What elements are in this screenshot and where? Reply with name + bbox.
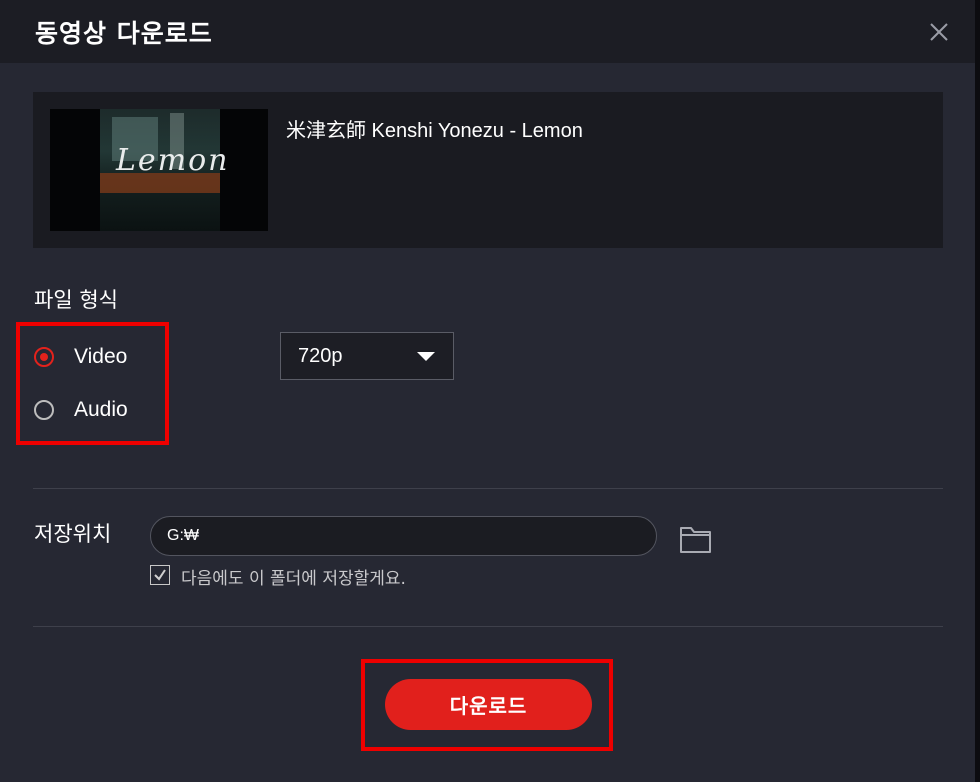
quality-select[interactable]: 720p bbox=[280, 332, 454, 380]
check-icon bbox=[154, 569, 166, 581]
folder-icon[interactable] bbox=[679, 524, 713, 554]
divider bbox=[33, 488, 943, 489]
remember-folder-label: 다음에도 이 폴더에 저장할게요. bbox=[181, 569, 406, 589]
video-thumbnail: Lemon bbox=[50, 109, 268, 231]
save-location-label: 저장위치 bbox=[34, 522, 112, 546]
title-bar: 동영상 다운로드 bbox=[0, 0, 975, 63]
format-label: 파일 형식 bbox=[34, 288, 118, 312]
highlight-box-format bbox=[16, 322, 169, 445]
video-info-panel: Lemon 米津玄師 Kenshi Yonezu - Lemon bbox=[33, 92, 943, 248]
divider bbox=[33, 626, 943, 627]
highlight-box-download bbox=[361, 659, 613, 751]
chevron-down-icon bbox=[417, 352, 435, 361]
thumbnail-text: Lemon bbox=[116, 143, 230, 178]
video-title: 米津玄師 Kenshi Yonezu - Lemon bbox=[286, 120, 583, 142]
save-path-input[interactable] bbox=[150, 516, 657, 556]
remember-folder-checkbox[interactable] bbox=[150, 565, 170, 585]
window-edge bbox=[975, 0, 980, 782]
dialog-title: 동영상 다운로드 bbox=[35, 19, 213, 48]
quality-value: 720p bbox=[298, 345, 343, 367]
close-icon[interactable] bbox=[925, 18, 953, 46]
